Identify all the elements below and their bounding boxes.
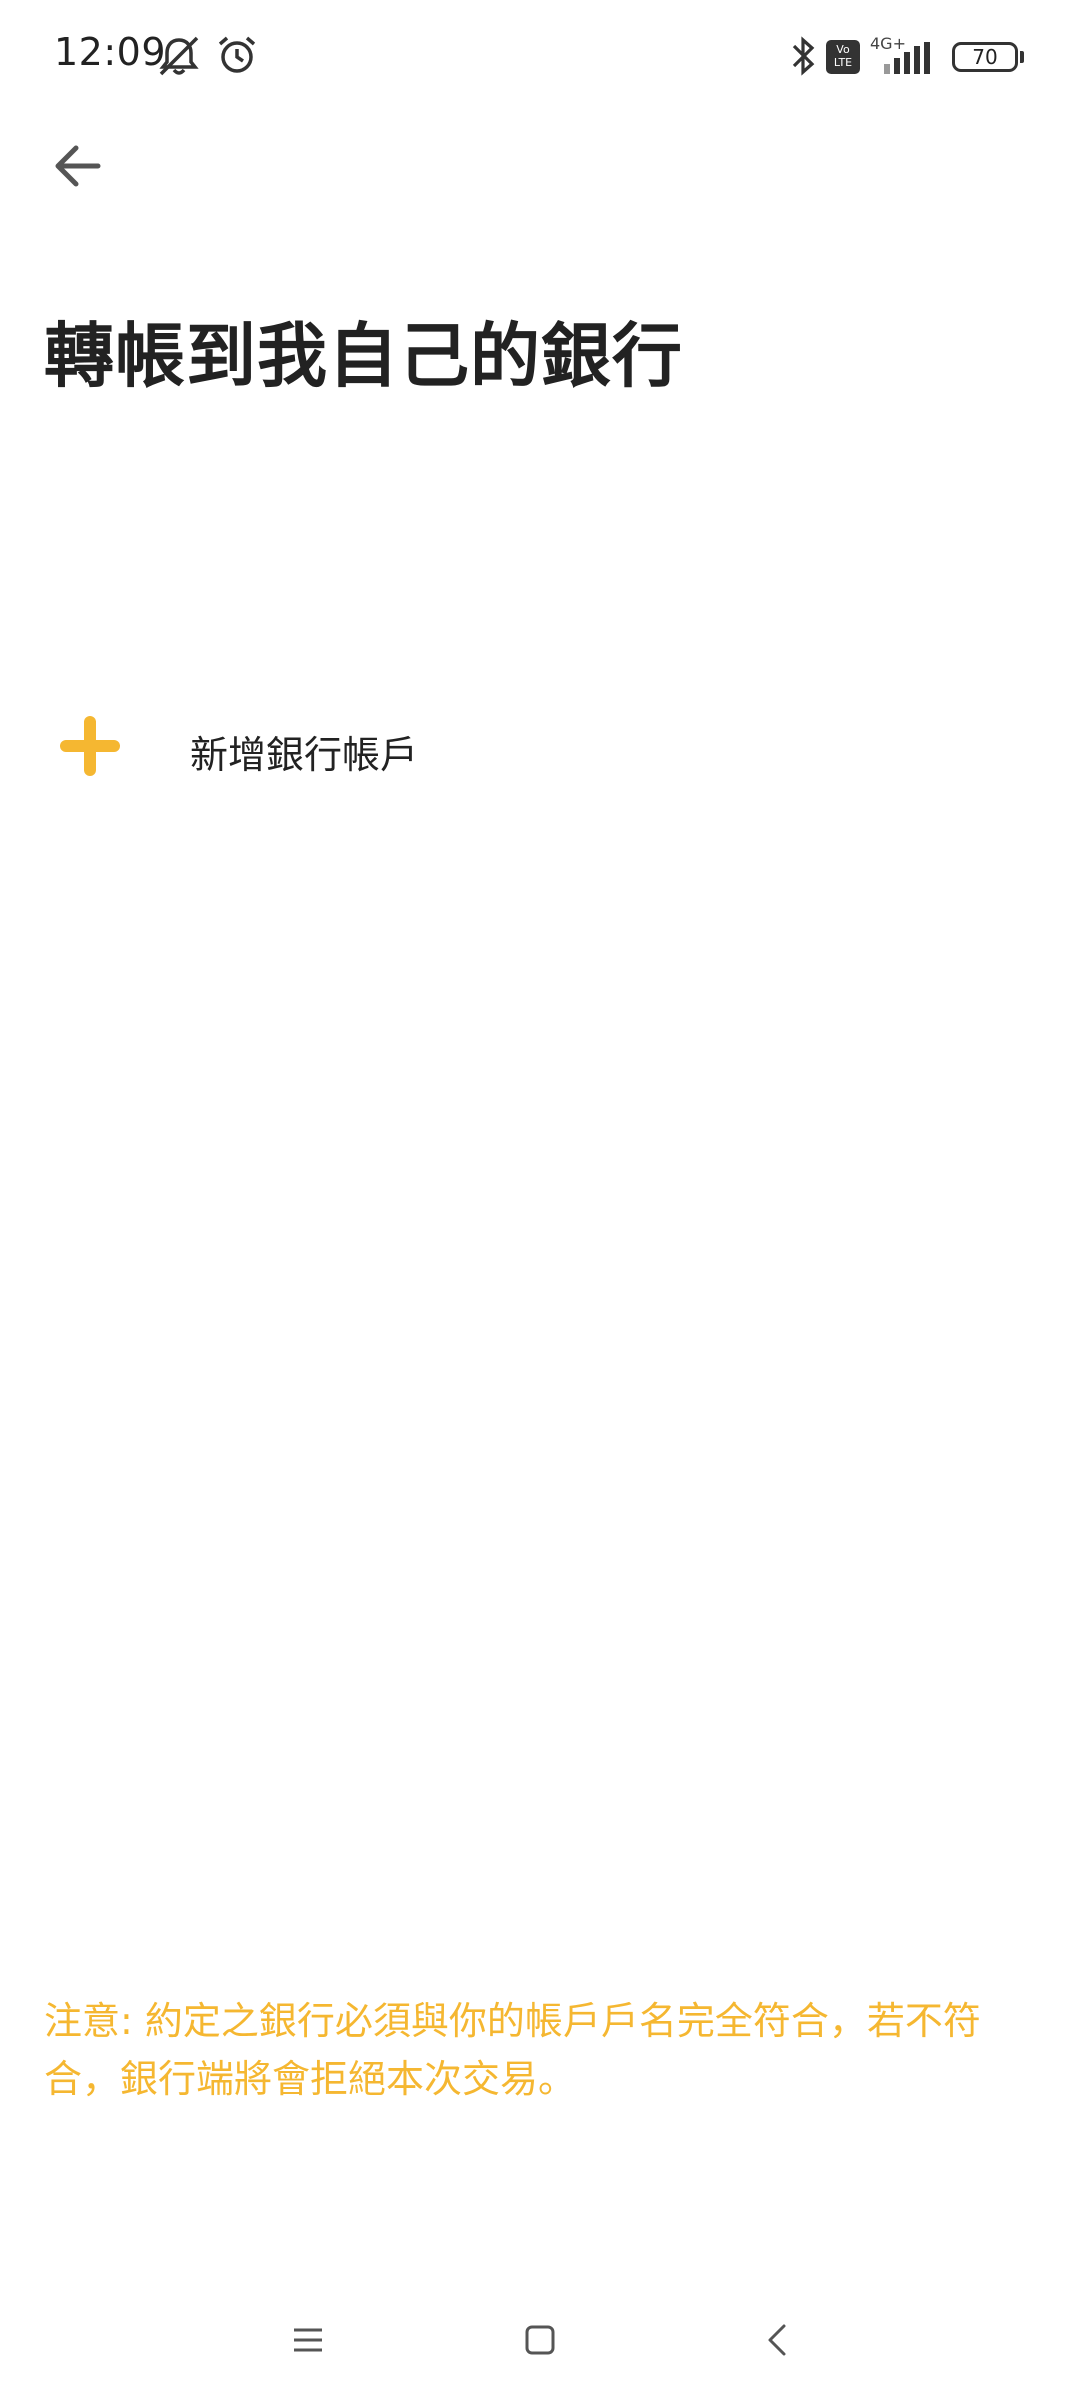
alarm-icon [218,36,256,73]
notice-text: 注意: 約定之銀行必須與你的帳戶戶名完全符合，若不符合，銀行端將會拒絕本次交易。 [44,1999,981,2101]
bluetooth-icon [792,36,815,76]
plus-icon [60,716,120,776]
back-chevron-icon [768,2324,786,2356]
signal-icon [884,42,930,74]
status-bar: 12:09 Vo LTE 4G+ 70 [0,0,1080,115]
bell-muted-icon [159,36,199,76]
menu-icon [294,2328,322,2352]
back-button[interactable] [40,128,116,204]
battery-cap [1020,51,1024,63]
system-back-button[interactable] [748,2310,808,2370]
menu-button[interactable] [278,2310,338,2370]
volte-icon: Vo LTE [826,40,860,74]
arrow-left-icon [55,145,101,187]
battery-icon: 70 [952,42,1018,72]
status-time: 12:09 [54,30,167,74]
home-square-icon [525,2325,555,2355]
battery-level: 70 [972,45,998,69]
add-bank-account-label: 新增銀行帳戶 [190,733,419,777]
home-button[interactable] [510,2310,570,2370]
page-title: 轉帳到我自己的銀行 [44,315,683,397]
add-bank-account-button[interactable]: 新增銀行帳戶 [0,680,1080,810]
navigation-bar [0,2280,1080,2400]
